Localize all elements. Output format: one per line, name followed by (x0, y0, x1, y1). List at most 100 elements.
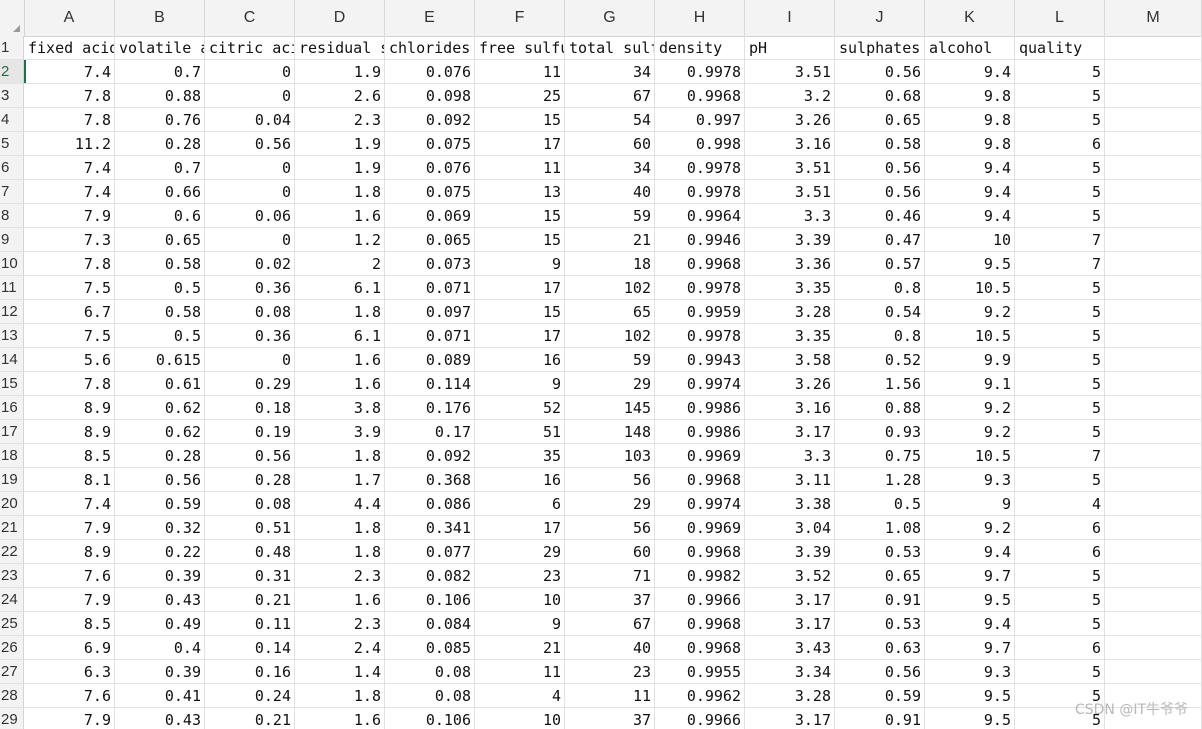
header-cell[interactable]: pH (745, 36, 835, 60)
column-header-c[interactable]: C (205, 0, 295, 36)
table-cell[interactable]: 0.91 (835, 588, 925, 612)
table-cell[interactable]: 35 (475, 444, 565, 468)
table-cell[interactable]: 0.41 (115, 684, 205, 708)
table-cell[interactable]: 0.36 (205, 276, 295, 300)
table-cell[interactable]: 0.069 (385, 204, 475, 228)
table-cell[interactable] (1105, 132, 1202, 156)
table-cell[interactable]: 9.2 (925, 300, 1015, 324)
table-cell[interactable]: 9.2 (925, 420, 1015, 444)
table-cell[interactable]: 0.19 (205, 420, 295, 444)
table-cell[interactable]: 0.21 (205, 588, 295, 612)
table-cell[interactable]: 9.5 (925, 252, 1015, 276)
table-cell[interactable] (1105, 396, 1202, 420)
table-cell[interactable]: 0.092 (385, 108, 475, 132)
table-cell[interactable]: 11 (475, 660, 565, 684)
table-cell[interactable]: 8.1 (24, 468, 115, 492)
table-cell[interactable]: 0.9978 (655, 60, 745, 84)
table-cell[interactable]: 7.3 (24, 228, 115, 252)
table-cell[interactable]: 40 (565, 636, 655, 660)
table-cell[interactable] (1105, 636, 1202, 660)
table-cell[interactable]: 0.56 (835, 60, 925, 84)
table-cell[interactable]: 6 (1015, 636, 1105, 660)
table-cell[interactable]: 9.1 (925, 372, 1015, 396)
row-header[interactable]: 7 (0, 180, 24, 204)
table-cell[interactable]: 0.29 (205, 372, 295, 396)
table-cell[interactable]: 0 (205, 228, 295, 252)
table-cell[interactable]: 0.39 (115, 564, 205, 588)
table-cell[interactable]: 6 (475, 492, 565, 516)
header-cell[interactable]: total sulf (565, 36, 655, 60)
table-cell[interactable]: 7.4 (24, 492, 115, 516)
table-cell[interactable]: 34 (565, 156, 655, 180)
table-cell[interactable]: 29 (475, 540, 565, 564)
row-header[interactable]: 10 (0, 252, 24, 276)
table-cell[interactable]: 4 (1015, 492, 1105, 516)
table-cell[interactable]: 0.47 (835, 228, 925, 252)
table-cell[interactable]: 8.9 (24, 420, 115, 444)
table-cell[interactable]: 0 (205, 156, 295, 180)
table-cell[interactable]: 3.26 (745, 372, 835, 396)
row-header[interactable]: 12 (0, 300, 24, 324)
column-header-b[interactable]: B (115, 0, 205, 36)
row-header[interactable]: 13 (0, 324, 24, 348)
table-cell[interactable]: 0.615 (115, 348, 205, 372)
table-cell[interactable]: 23 (475, 564, 565, 588)
table-cell[interactable]: 0.08 (205, 492, 295, 516)
table-cell[interactable]: 7.6 (24, 564, 115, 588)
table-cell[interactable]: 0.32 (115, 516, 205, 540)
table-cell[interactable]: 5 (1015, 156, 1105, 180)
row-header[interactable]: 26 (0, 636, 24, 660)
column-header-e[interactable]: E (385, 0, 475, 36)
column-header-k[interactable]: K (925, 0, 1015, 36)
table-cell[interactable]: 0.76 (115, 108, 205, 132)
table-cell[interactable]: 0.88 (115, 84, 205, 108)
table-cell[interactable]: 6.1 (295, 276, 385, 300)
table-cell[interactable]: 56 (565, 516, 655, 540)
row-header[interactable]: 18 (0, 444, 24, 468)
table-cell[interactable]: 6.9 (24, 636, 115, 660)
table-cell[interactable]: 9.8 (925, 132, 1015, 156)
table-cell[interactable]: 0.62 (115, 396, 205, 420)
column-header-g[interactable]: G (565, 0, 655, 36)
table-cell[interactable]: 15 (475, 300, 565, 324)
table-cell[interactable]: 9.3 (925, 468, 1015, 492)
table-cell[interactable]: 9 (475, 612, 565, 636)
table-cell[interactable]: 2.3 (295, 612, 385, 636)
table-cell[interactable]: 9.3 (925, 660, 1015, 684)
header-cell[interactable]: volatile a (115, 36, 205, 60)
table-cell[interactable]: 0.53 (835, 612, 925, 636)
table-cell[interactable]: 0.9968 (655, 540, 745, 564)
table-cell[interactable]: 0.65 (835, 564, 925, 588)
table-cell[interactable]: 0.073 (385, 252, 475, 276)
table-cell[interactable]: 0.52 (835, 348, 925, 372)
table-cell[interactable]: 5 (1015, 348, 1105, 372)
table-cell[interactable]: 18 (565, 252, 655, 276)
table-cell[interactable]: 5 (1015, 564, 1105, 588)
table-cell[interactable]: 0.14 (205, 636, 295, 660)
table-cell[interactable] (1105, 228, 1202, 252)
table-cell[interactable]: 13 (475, 180, 565, 204)
table-cell[interactable]: 10 (475, 588, 565, 612)
table-cell[interactable]: 10.5 (925, 276, 1015, 300)
table-cell[interactable]: 60 (565, 132, 655, 156)
table-cell[interactable]: 1.6 (295, 372, 385, 396)
table-cell[interactable]: 71 (565, 564, 655, 588)
column-header-i[interactable]: I (745, 0, 835, 36)
table-cell[interactable]: 23 (565, 660, 655, 684)
table-cell[interactable]: 2.3 (295, 564, 385, 588)
table-cell[interactable]: 0.61 (115, 372, 205, 396)
table-cell[interactable]: 3.52 (745, 564, 835, 588)
table-cell[interactable]: 0.62 (115, 420, 205, 444)
table-cell[interactable]: 3.2 (745, 84, 835, 108)
table-cell[interactable]: 0.18 (205, 396, 295, 420)
table-cell[interactable]: 0 (205, 84, 295, 108)
table-cell[interactable] (1105, 300, 1202, 324)
table-cell[interactable]: 0.36 (205, 324, 295, 348)
table-cell[interactable]: 21 (475, 636, 565, 660)
select-all-corner[interactable] (0, 0, 25, 36)
table-cell[interactable]: 67 (565, 612, 655, 636)
table-cell[interactable]: 11 (475, 60, 565, 84)
table-cell[interactable]: 0.08 (385, 660, 475, 684)
header-cell[interactable]: density (655, 36, 745, 60)
table-cell[interactable]: 0.9982 (655, 564, 745, 588)
